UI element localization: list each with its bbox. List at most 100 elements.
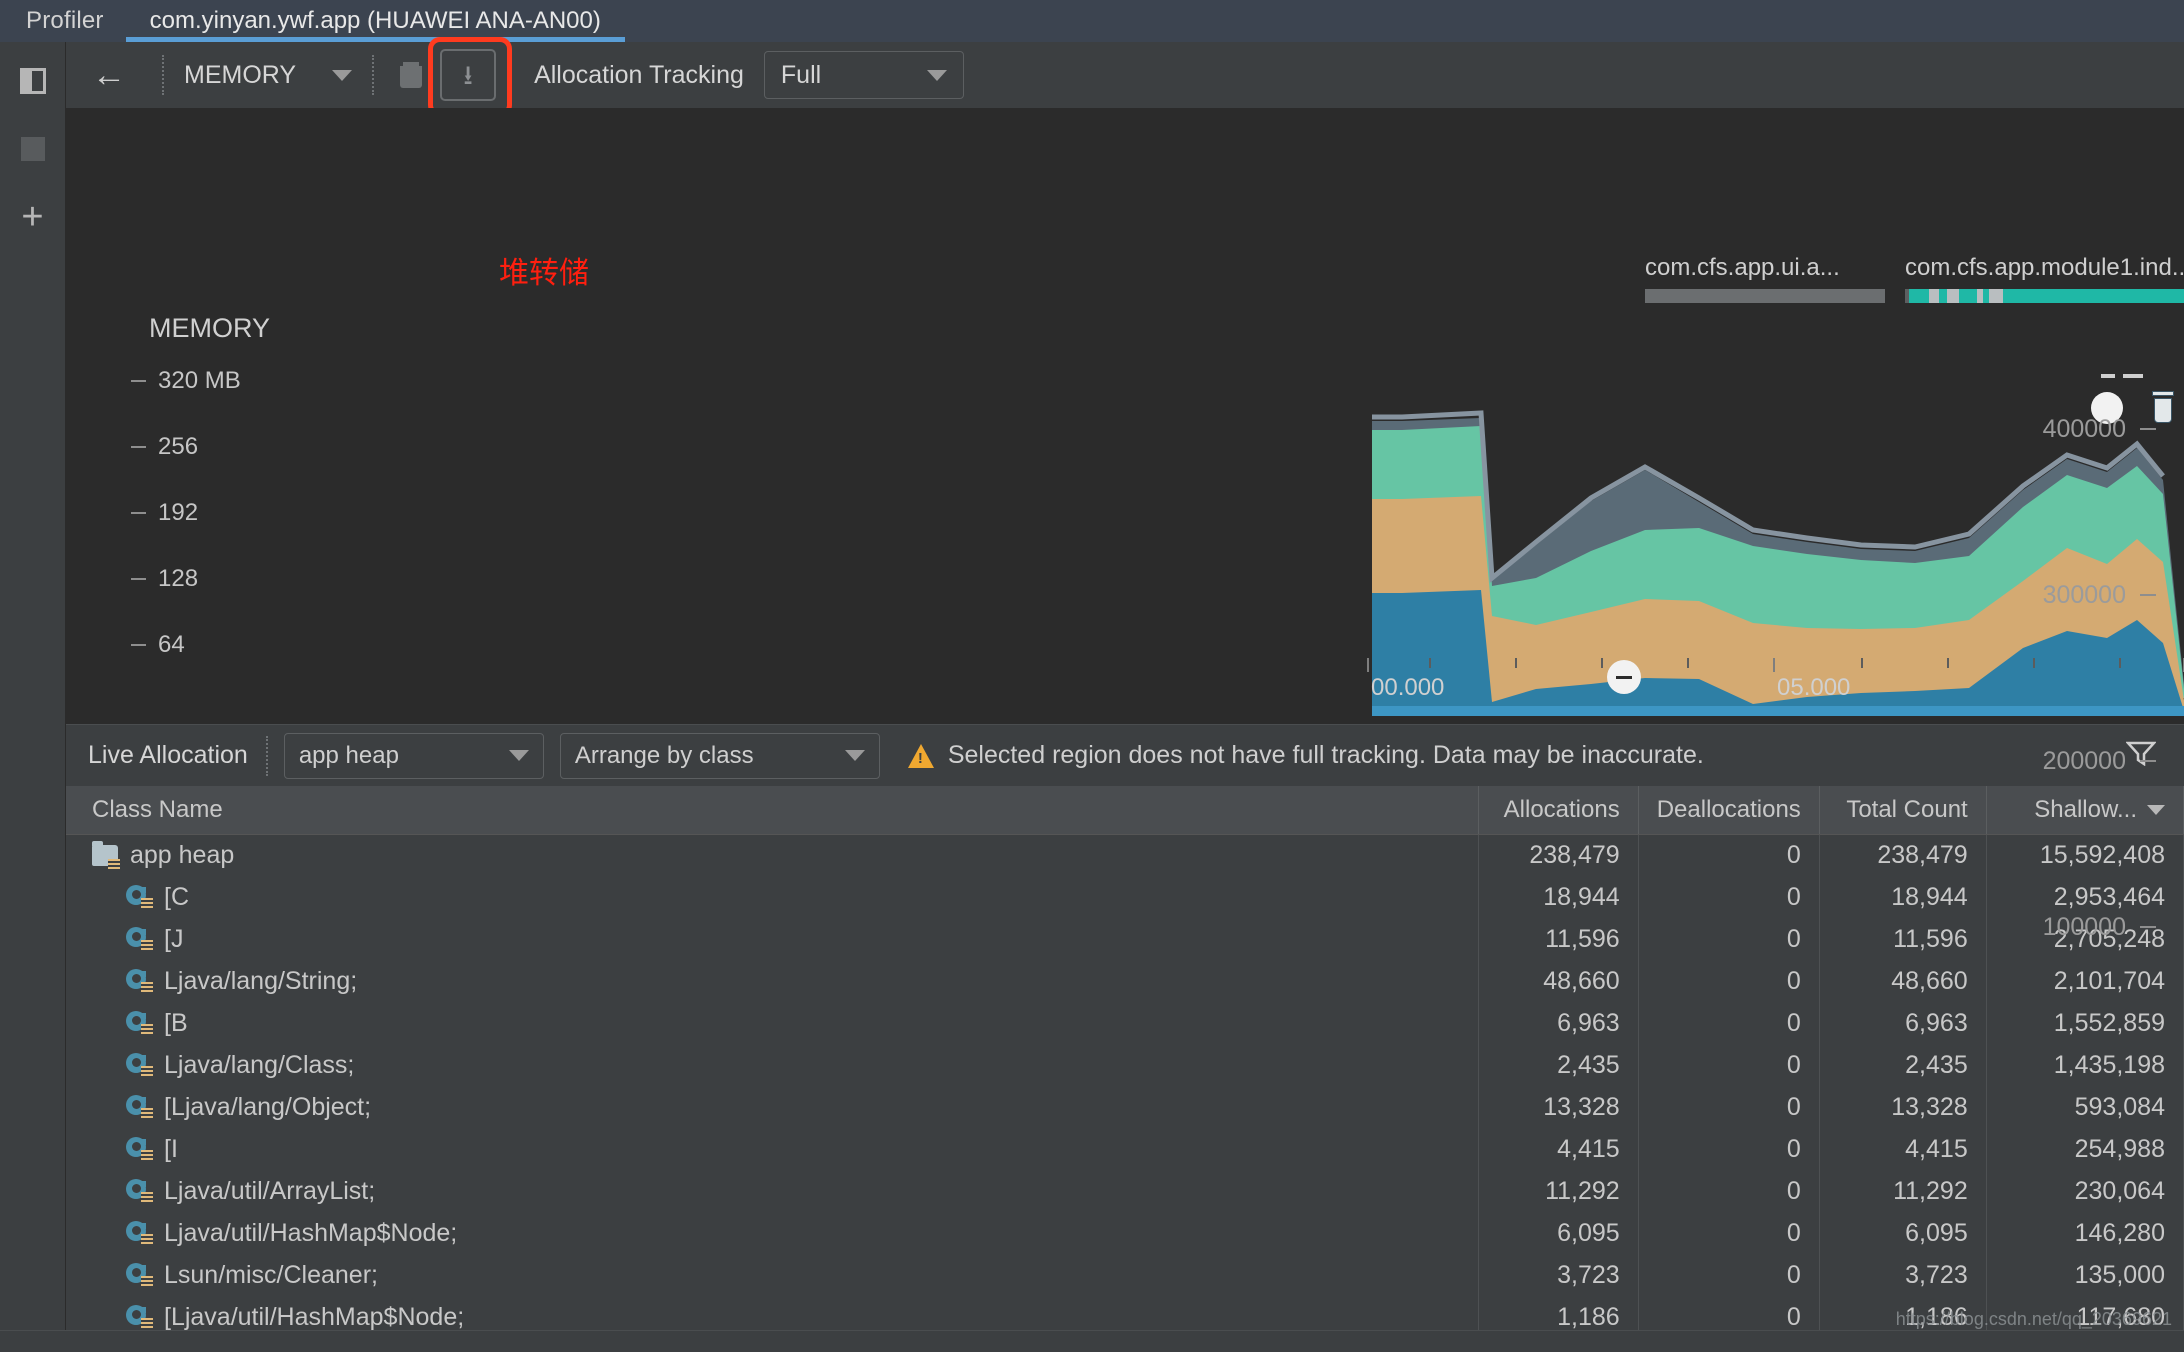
class-icon: [126, 1137, 153, 1161]
class-icon: [126, 1263, 153, 1287]
cell-class-name: [J: [66, 918, 1480, 960]
table-row[interactable]: [B 6,963 0 6,963 1,552,859: [66, 1002, 2184, 1044]
cell-deallocations: 0: [1638, 1212, 1820, 1254]
col-allocations[interactable]: Allocations: [1478, 786, 1639, 835]
class-name-label: [B: [164, 1008, 188, 1037]
class-icon: [126, 969, 153, 993]
right-tick-label: 300000: [2042, 580, 2126, 609]
ide-status-bar: [0, 1330, 2184, 1352]
tab-profiler[interactable]: Profiler: [0, 0, 126, 42]
new-session-button[interactable]: +: [16, 198, 50, 236]
live-allocation-label: Live Allocation: [88, 741, 248, 769]
memory-area-chart: [1372, 374, 2184, 716]
x-tick: 05.000: [1773, 658, 1850, 702]
class-name-label: Lsun/misc/Cleaner;: [164, 1260, 378, 1289]
table-row[interactable]: app heap 238,479 0 238,479 15,592,408: [66, 834, 2184, 876]
table-row[interactable]: [Ljava/lang/Object; 13,328 0 13,328 593,084: [66, 1086, 2184, 1128]
toolbar-separator-2: [372, 55, 375, 95]
heap-dump-icon: ⭳: [463, 59, 473, 90]
time-axis: 00.000 05.000 10.000: [1367, 658, 2184, 702]
table-row[interactable]: [I 4,415 0 4,415 254,988: [66, 1128, 2184, 1170]
window-tabstrip: Profiler com.yinyan.ywf.app (HUAWEI ANA-…: [0, 0, 2184, 42]
class-name-label: [J: [164, 924, 184, 953]
stage-selector[interactable]: MEMORY: [178, 61, 358, 90]
cell-deallocations: 0: [1638, 1002, 1820, 1044]
cell-deallocations: 0: [1638, 960, 1820, 1002]
cell-total-count: 2,435: [1819, 1044, 1987, 1086]
cell-class-name: Lsun/misc/Cleaner;: [66, 1254, 1480, 1296]
cell-shallow-size: 230,064: [1986, 1170, 2184, 1212]
back-arrow-icon[interactable]: ←: [84, 58, 148, 92]
table-row[interactable]: [J 11,596 0 11,596 2,705,248: [66, 918, 2184, 960]
right-tick-label: 200000: [2042, 746, 2126, 775]
cell-total-count: 11,596: [1819, 918, 1987, 960]
col-total-count[interactable]: Total Count: [1819, 786, 1987, 835]
folder-icon: [92, 840, 120, 869]
right-tick: 200000: [2006, 678, 2156, 844]
cell-class-name: Ljava/lang/Class;: [66, 1044, 1480, 1086]
heap-dump-button[interactable]: ⭳: [428, 37, 513, 117]
panel-icon: [19, 68, 46, 94]
cell-class-name: [I: [66, 1128, 1480, 1170]
arrange-select-value: Arrange by class: [574, 741, 754, 769]
cell-allocations: 4,415: [1478, 1128, 1639, 1170]
heap-select[interactable]: app heap: [283, 732, 544, 779]
tracking-mode-value: Full: [780, 60, 822, 89]
x-tick-label: 05.000: [1777, 674, 1851, 701]
table-header-row: Class Name Allocations Deallocations Tot…: [66, 786, 2184, 835]
tracking-mode-select[interactable]: Full: [763, 51, 964, 99]
stop-session-button[interactable]: [16, 132, 50, 166]
class-icon: [126, 1011, 153, 1035]
cell-allocations: 13,328: [1478, 1086, 1639, 1128]
table-row[interactable]: Ljava/util/HashMap$Node; 6,095 0 6,095 146,2…: [66, 1212, 2184, 1254]
class-icon: [126, 1179, 153, 1203]
cell-total-count: 18,944: [1819, 876, 1987, 918]
class-name-label: [Ljava/util/HashMap$Node;: [164, 1302, 465, 1331]
cell-class-name: Ljava/util/HashMap$Node;: [66, 1212, 1480, 1254]
class-table: Class Name Allocations Deallocations Tot…: [66, 786, 2184, 1352]
cell-deallocations: 0: [1638, 1170, 1820, 1212]
stage-label: MEMORY: [184, 60, 297, 89]
class-icon: [126, 885, 153, 909]
cell-allocations: 11,292: [1478, 1170, 1639, 1212]
tracking-warning: Selected region does not have full track…: [907, 741, 1704, 770]
square-icon: [20, 137, 45, 161]
class-icon: [126, 1221, 153, 1245]
cell-total-count: 6,095: [1819, 1212, 1987, 1254]
cell-allocations: 48,660: [1478, 960, 1639, 1002]
cell-deallocations: 0: [1638, 834, 1820, 876]
cell-deallocations: 0: [1638, 918, 1820, 960]
table-row[interactable]: Lsun/misc/Cleaner; 3,723 0 3,723 135,000: [66, 1254, 2184, 1296]
cell-shallow-size: 254,988: [1986, 1128, 2184, 1170]
col-class-name[interactable]: Class Name: [66, 786, 1480, 835]
panel-toggle-button[interactable]: [16, 64, 50, 98]
class-name-label: Ljava/util/HashMap$Node;: [164, 1218, 458, 1247]
cell-total-count: 4,415: [1819, 1128, 1987, 1170]
arrange-select[interactable]: Arrange by class: [559, 732, 880, 779]
memory-timeline[interactable]: 堆转储 com.cfs.app.ui.a... com.cfs.app.modu…: [66, 108, 2184, 941]
x-tick: 00.000: [1367, 658, 1444, 702]
class-name-label: app heap: [130, 840, 235, 869]
allocation-table[interactable]: Class Name Allocations Deallocations Tot…: [66, 786, 2184, 1352]
table-row[interactable]: [C 18,944 0 18,944 2,953,464: [66, 876, 2184, 918]
class-name-label: [Ljava/lang/Object;: [164, 1092, 372, 1121]
table-row[interactable]: Ljava/util/ArrayList; 11,292 0 11,292 230,06…: [66, 1170, 2184, 1212]
cell-shallow-size: 593,084: [1986, 1086, 2184, 1128]
table-row[interactable]: Ljava/lang/Class; 2,435 0 2,435 1,435,198: [66, 1044, 2184, 1086]
cell-total-count: 6,963: [1819, 1002, 1987, 1044]
trash-icon: [400, 62, 423, 88]
allocation-tracking-label: Allocation Tracking: [534, 60, 744, 89]
col-deallocations[interactable]: Deallocations: [1638, 786, 1820, 835]
cell-shallow-size: 1,435,198: [1986, 1044, 2184, 1086]
warning-text: Selected region does not have full track…: [947, 741, 1704, 769]
profiler-toolbar: ← MEMORY ⭳ Allocation Tracking Full: [66, 37, 2184, 117]
warning-icon: [907, 743, 934, 768]
table-row[interactable]: Ljava/lang/String; 48,660 0 48,660 2,101,704: [66, 960, 2184, 1002]
class-icon: [126, 927, 153, 951]
cell-deallocations: 0: [1638, 1086, 1820, 1128]
class-name-label: [I: [164, 1134, 178, 1163]
tab-session[interactable]: com.yinyan.ywf.app (HUAWEI ANA-AN00): [125, 0, 626, 42]
force-gc-button[interactable]: [388, 52, 434, 98]
cell-allocations: 6,963: [1478, 1002, 1639, 1044]
class-name-label: Ljava/lang/String;: [164, 966, 358, 995]
